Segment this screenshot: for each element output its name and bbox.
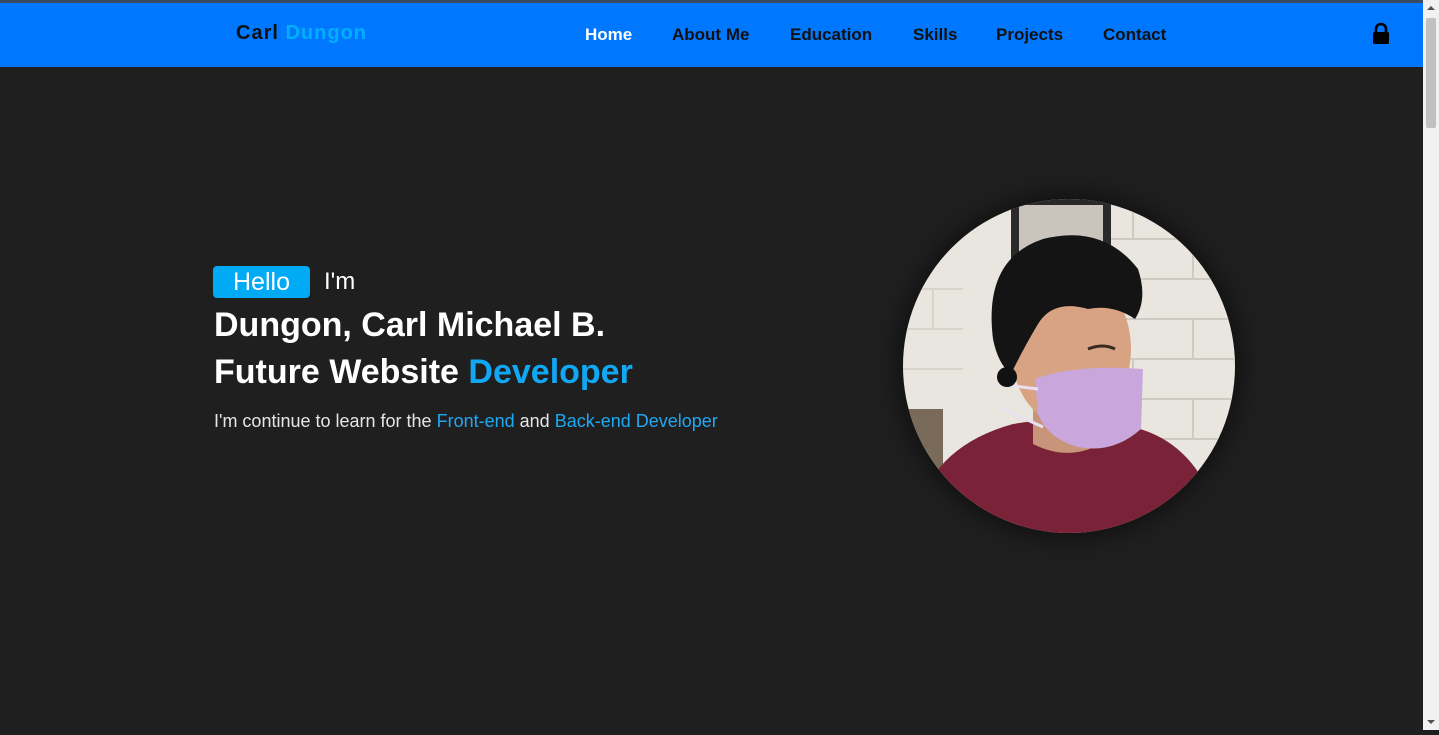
nav-item-about-me[interactable]: About Me bbox=[672, 25, 749, 45]
role-accent: Developer bbox=[468, 353, 633, 391]
navbar: Carl Dungon Home About Me Education Skil… bbox=[0, 3, 1423, 67]
nav-item-contact[interactable]: Contact bbox=[1103, 25, 1166, 45]
role-prefix: Future Website bbox=[214, 353, 459, 391]
greeting-row: Hello I'm bbox=[213, 266, 833, 300]
hero-description: I'm continue to learn for the Front-end … bbox=[214, 411, 718, 432]
nav-item-projects[interactable]: Projects bbox=[996, 25, 1063, 45]
nav-item-education[interactable]: Education bbox=[790, 25, 872, 45]
nav-item-skills[interactable]: Skills bbox=[913, 25, 957, 45]
scroll-up-arrow-icon[interactable] bbox=[1423, 0, 1439, 16]
scrollbar[interactable] bbox=[1423, 0, 1439, 730]
desc-text-1: I'm continue to learn for the bbox=[214, 411, 432, 431]
nav-item-home[interactable]: Home bbox=[585, 25, 632, 45]
brand-first-name: Carl bbox=[236, 22, 279, 44]
lock-icon[interactable] bbox=[1371, 22, 1391, 46]
desc-front-end: Front-end bbox=[436, 411, 515, 431]
hero-name: Dungon, Carl Michael B. bbox=[214, 306, 606, 344]
hero-section: Hello I'm Dungon, Carl Michael B. Future… bbox=[213, 266, 833, 431]
desc-and: and bbox=[519, 411, 550, 431]
profile-photo bbox=[903, 199, 1235, 533]
hello-badge: Hello bbox=[213, 266, 310, 298]
scroll-down-arrow-icon[interactable] bbox=[1423, 714, 1439, 730]
brand-last-name: Dungon bbox=[285, 22, 367, 44]
desc-back-end: Back-end Developer bbox=[554, 411, 718, 431]
brand-logo[interactable]: Carl Dungon bbox=[236, 22, 367, 45]
im-text: I'm bbox=[324, 268, 356, 295]
hero-role: Future Website Developer bbox=[214, 353, 633, 392]
scrollbar-thumb[interactable] bbox=[1426, 18, 1436, 128]
